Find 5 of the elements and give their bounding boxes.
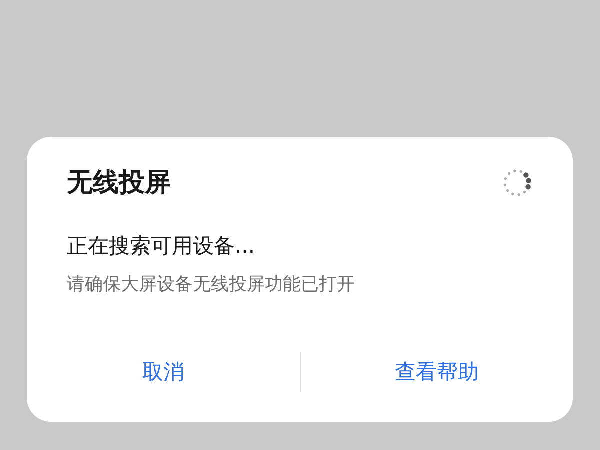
- hint-text: 请确保大屏设备无线投屏功能已打开: [67, 273, 356, 296]
- dialog-title: 无线投屏: [67, 167, 171, 200]
- cancel-button[interactable]: 取消: [27, 350, 300, 394]
- help-button[interactable]: 查看帮助: [300, 350, 573, 394]
- status-text: 正在搜索可用设备...: [67, 233, 256, 260]
